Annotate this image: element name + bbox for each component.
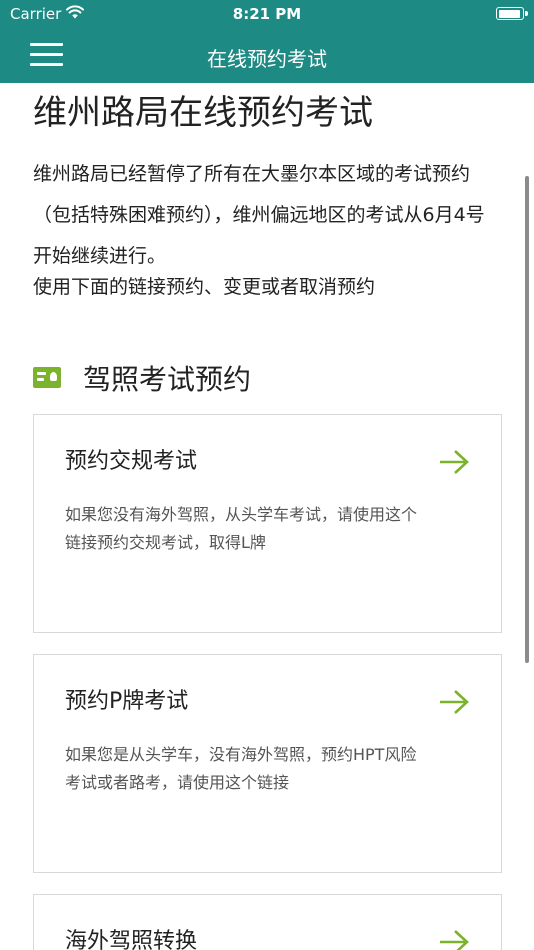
card-title: 预约P牌考试	[65, 689, 189, 714]
card-description: 如果您是从头学车，没有海外驾照，预约HPT风险考试或者路考，请使用这个链接	[65, 745, 417, 792]
intro-text: 维州路局已经暂停了所有在大墨尔本区域的考试预约（包括特殊困难预约），维州偏远地区…	[33, 163, 485, 267]
page-title: 维州路局在线预约考试	[33, 93, 373, 133]
nav-bar: 在线预约考试	[0, 28, 534, 83]
main-content[interactable]: 维州路局在线预约考试 维州路局已经暂停了所有在大墨尔本区域的考试预约（包括特殊困…	[0, 83, 534, 950]
arrow-right-icon[interactable]	[439, 929, 469, 950]
section-title: 驾照考试预约	[83, 363, 252, 396]
instruction-text: 使用下面的链接预约、变更或者取消预约	[33, 276, 376, 298]
card-title: 海外驾照转换	[65, 929, 198, 950]
card-book-p-test[interactable]: 预约P牌考试 如果您是从头学车，没有海外驾照，预约HPT风险考试或者路考，请使用…	[33, 654, 502, 873]
battery-icon	[496, 7, 528, 20]
card-overseas-license[interactable]: 海外驾照转换	[33, 894, 502, 950]
card-title: 预约交规考试	[65, 449, 198, 474]
card-book-theory-test[interactable]: 预约交规考试 如果您没有海外驾照，从头学车考试，请使用这个链接预约交规考试，取得…	[33, 414, 502, 633]
scrollbar[interactable]	[525, 176, 529, 663]
id-card-icon	[33, 367, 61, 388]
clock: 8:21 PM	[232, 5, 302, 23]
nav-title: 在线预约考试	[207, 47, 327, 71]
arrow-right-icon[interactable]	[439, 689, 469, 715]
status-bar: Carrier 8:21 PM	[0, 0, 534, 28]
card-description: 如果您没有海外驾照，从头学车考试，请使用这个链接预约交规考试，取得L牌	[65, 505, 418, 552]
arrow-right-icon[interactable]	[439, 449, 469, 475]
